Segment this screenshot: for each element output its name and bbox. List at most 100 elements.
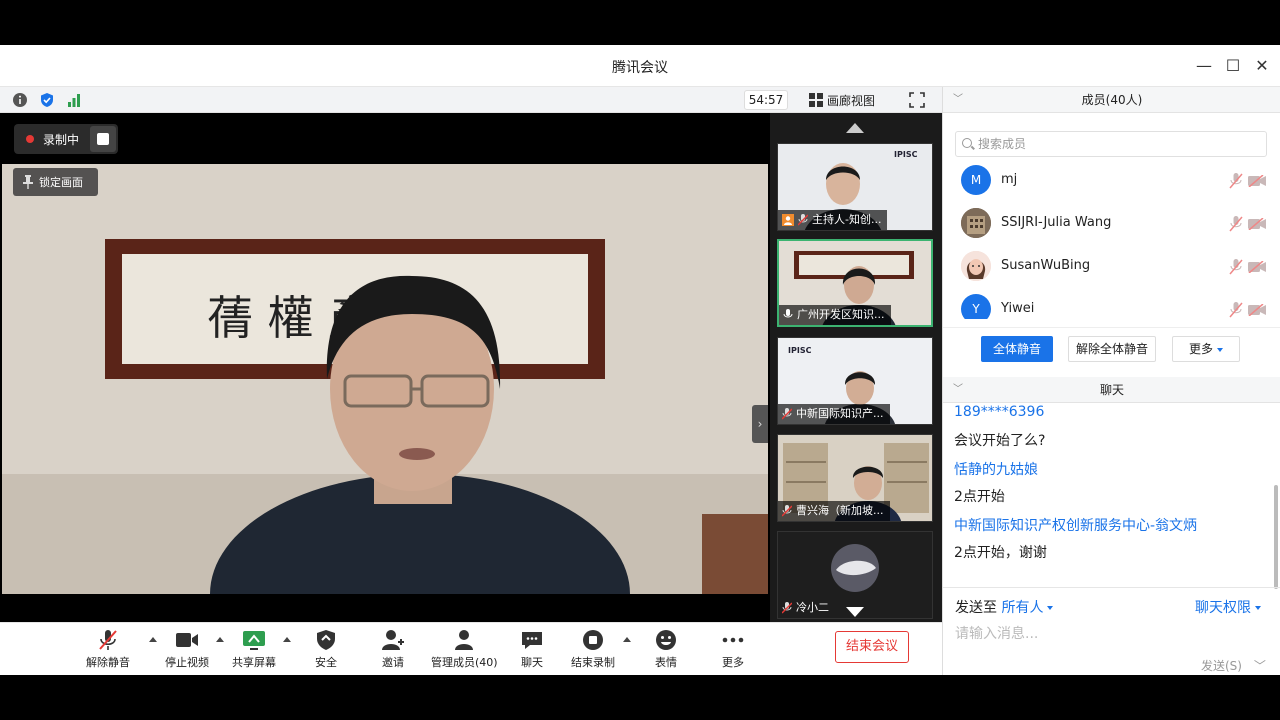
member-row[interactable]: SSIJRI-Julia Wang [943, 202, 1280, 245]
shield-icon[interactable] [39, 92, 55, 108]
meeting-window: 腾讯会议 — ☐ ✕ 54:57 画廊视图 蒨 權 產 知 录制中 锁定画面 ›… [0, 45, 1280, 675]
member-row[interactable]: M mj [943, 159, 1280, 202]
member-search-input[interactable]: 搜索成员 [955, 131, 1267, 157]
video-area: 54:57 画廊视图 蒨 權 產 知 录制中 锁定画面 › IPISC 主持人-… [0, 87, 942, 622]
chevron-down-icon[interactable]: ﹀ [1254, 659, 1266, 673]
chat-panel-title: 聊天 [1099, 383, 1124, 397]
meeting-info-bar: 54:57 画廊视图 [0, 87, 942, 113]
share-screen-button[interactable]: 共享屏幕 [232, 629, 276, 673]
window-title: 腾讯会议 [612, 60, 668, 76]
mute-all-button[interactable]: 全体静音 [981, 336, 1053, 362]
chat-message-input[interactable]: 请输入消息... [955, 623, 1038, 643]
manage-members-button[interactable]: 管理成员(40) [431, 629, 498, 673]
fullscreen-icon[interactable] [908, 91, 926, 109]
chat-button[interactable]: 聊天 [520, 629, 544, 673]
stop-video-label: 停止视频 [165, 656, 209, 669]
members-panel-header[interactable]: ﹀ 成员(40人) [943, 87, 1280, 113]
mic-muted-icon [782, 408, 792, 420]
chat-sender[interactable]: 恬静的九姑娘 [954, 459, 1038, 479]
mic-muted-icon[interactable] [1229, 302, 1243, 318]
participant-thumb-3[interactable]: IPISC 中新国际知识产... [777, 337, 933, 425]
video-options-caret-icon[interactable] [216, 637, 224, 642]
participant-thumb-5[interactable]: 冷小二 [777, 531, 933, 619]
member-row[interactable]: Y Yiwei [943, 288, 1280, 319]
participant-thumb-1[interactable]: IPISC 主持人-知创... [777, 143, 933, 231]
mic-muted-icon [782, 602, 792, 614]
chat-permission-button[interactable]: 聊天权限 [1195, 597, 1261, 617]
member-row[interactable]: SusanWuBing [943, 245, 1280, 288]
stop-icon [97, 133, 109, 145]
share-screen-label: 共享屏幕 [232, 656, 276, 669]
grid-icon [809, 93, 823, 107]
invite-label: 邀请 [382, 656, 404, 669]
scroll-down-icon[interactable] [846, 607, 864, 617]
participant-thumbnails: IPISC 主持人-知创... 广州开发区知识... IPISC 中新国际知识产… [770, 113, 942, 622]
more-label: 更多 [722, 656, 744, 669]
mic-icon [783, 309, 793, 318]
collapse-thumbnails-button[interactable]: › [752, 405, 768, 443]
recording-options-caret-icon[interactable] [623, 637, 631, 642]
minimize-icon[interactable]: — [1193, 55, 1215, 77]
mic-muted-icon [782, 505, 792, 517]
meeting-toolbar: 解除静音 停止视频 共享屏幕 安全 邀请 管理成员(40) 聊天 结束录制 表情… [0, 622, 942, 675]
record-stop-icon [583, 630, 603, 650]
send-to-selector[interactable]: 发送至 所有人 [955, 597, 1054, 617]
audio-options-caret-icon[interactable] [149, 637, 157, 642]
stop-recording-button[interactable] [90, 126, 116, 152]
recording-indicator: 录制中 [14, 124, 118, 154]
stop-video-button[interactable]: 停止视频 [165, 629, 209, 673]
close-icon[interactable]: ✕ [1251, 55, 1273, 77]
chevron-down-icon[interactable]: ﹀ [953, 87, 963, 113]
gallery-view-button[interactable]: 画廊视图 [809, 90, 875, 110]
camera-off-icon[interactable] [1248, 304, 1266, 316]
mic-muted-icon [99, 630, 117, 650]
participant-label-5: 冷小二 [778, 598, 835, 618]
participant-label-3: 中新国际知识产... [778, 404, 890, 424]
chat-scrollbar[interactable] [1274, 485, 1278, 589]
invite-button[interactable]: 邀请 [381, 629, 405, 673]
main-speaker-video[interactable]: 蒨 權 產 知 [2, 164, 768, 594]
thumb-logo: IPISC [788, 346, 812, 355]
signal-icon[interactable] [66, 92, 82, 108]
camera-off-icon[interactable] [1248, 218, 1266, 230]
camera-off-icon[interactable] [1248, 175, 1266, 187]
member-name: Yiwei [1001, 301, 1035, 316]
maximize-icon[interactable]: ☐ [1222, 55, 1244, 77]
participant-thumb-2[interactable]: 广州开发区知识... [777, 239, 933, 327]
lock-view-button[interactable]: 锁定画面 [13, 168, 98, 196]
avatar: M [961, 165, 991, 195]
end-meeting-button[interactable]: 结束会议 [835, 631, 909, 663]
participant-name-2: 广州开发区知识... [797, 308, 885, 321]
building-avatar-icon [961, 208, 991, 238]
caret-down-icon [1255, 606, 1261, 610]
host-icon [782, 214, 794, 226]
gallery-view-label: 画廊视图 [827, 93, 876, 108]
more-button[interactable]: 更多 [721, 629, 745, 673]
mic-muted-icon[interactable] [1229, 259, 1243, 275]
info-icon[interactable] [12, 92, 28, 108]
member-name: SSIJRI-Julia Wang [1001, 215, 1112, 230]
end-recording-button[interactable]: 结束录制 [571, 629, 615, 673]
send-button-label: 发送(S) [1201, 659, 1242, 673]
scroll-up-icon[interactable] [846, 123, 864, 133]
participant-thumb-4[interactable]: 曹兴海（新加坡... [777, 434, 933, 522]
security-button[interactable]: 安全 [314, 629, 338, 673]
share-screen-icon [243, 631, 265, 650]
emoji-button[interactable]: 表情 [654, 629, 678, 673]
cartoon-avatar-icon [961, 251, 991, 281]
camera-off-icon[interactable] [1248, 261, 1266, 273]
unmute-all-button[interactable]: 解除全体静音 [1068, 336, 1156, 362]
chevron-down-icon[interactable]: ﹀ [953, 377, 963, 403]
members-more-button[interactable]: 更多 [1172, 336, 1240, 362]
participant-label-4: 曹兴海（新加坡... [778, 501, 890, 521]
chat-sender[interactable]: 189****6396 [954, 404, 1044, 420]
chat-panel-header[interactable]: ﹀ 聊天 [943, 377, 1280, 403]
members-more-label: 更多 [1188, 342, 1213, 356]
emoji-icon [656, 630, 676, 650]
chat-sender[interactable]: 中新国际知识产权创新服务中心-翁文炳 [954, 515, 1197, 535]
mic-muted-icon[interactable] [1229, 216, 1243, 232]
unmute-button[interactable]: 解除静音 [86, 629, 130, 673]
send-button[interactable]: 发送(S) ﹀ [1201, 657, 1266, 674]
mic-muted-icon[interactable] [1229, 173, 1243, 189]
share-options-caret-icon[interactable] [283, 637, 291, 642]
